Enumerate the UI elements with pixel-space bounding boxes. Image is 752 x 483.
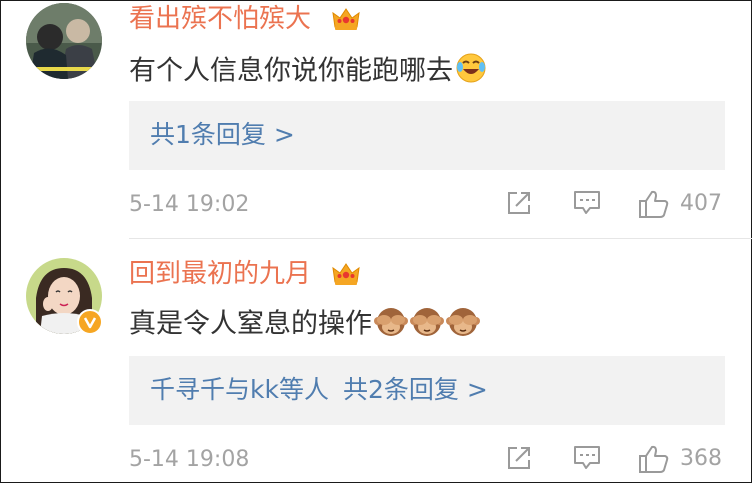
- reply-users-link[interactable]: 千寻千与kk等人: [150, 375, 329, 404]
- like-button[interactable]: 368: [638, 444, 722, 474]
- like-icon: [639, 190, 669, 218]
- timestamp: 5-14 19:02: [129, 192, 250, 217]
- like-count: 407: [680, 191, 722, 216]
- laugh-cry-emoji: [455, 52, 487, 92]
- username[interactable]: 回到最初的九月: [129, 259, 311, 289]
- vip-crown-icon: [332, 8, 360, 30]
- comment-icon: [574, 191, 600, 214]
- verified-badge-icon: [77, 309, 103, 335]
- vip-crown-icon: [332, 263, 360, 285]
- comment-text-content: 有个人信息你说你能跑哪去: [129, 55, 453, 87]
- comment-text: 真是令人窒息的操作: [129, 305, 480, 345]
- comment-icon: [574, 446, 600, 469]
- share-button[interactable]: [505, 444, 533, 472]
- share-icon: [508, 192, 530, 214]
- share-icon: [508, 447, 530, 469]
- reply-count-link[interactable]: 共1条回复 >: [150, 120, 295, 149]
- reply-summary[interactable]: 千寻千与kk等人 共2条回复 >: [129, 356, 725, 425]
- see-no-evil-monkey-emoji: [374, 305, 408, 345]
- comment-button[interactable]: [572, 189, 602, 217]
- like-count: 368: [680, 446, 722, 471]
- comment-text: 有个人信息你说你能跑哪去: [129, 52, 487, 92]
- comment-item: 看出殡不怕殡大 有个人信息你说你能跑哪去 共1条回复 > 5-14 19:02: [0, 0, 752, 238]
- like-button[interactable]: 407: [638, 189, 722, 219]
- comment-button[interactable]: [572, 444, 602, 472]
- like-icon: [639, 445, 669, 473]
- reply-summary[interactable]: 共1条回复 >: [129, 101, 725, 170]
- see-no-evil-monkey-emoji: [410, 305, 444, 345]
- comment-text-content: 真是令人窒息的操作: [129, 308, 372, 340]
- see-no-evil-monkey-emoji: [446, 305, 480, 345]
- username[interactable]: 看出殡不怕殡大: [129, 4, 311, 34]
- comment-item: 回到最初的九月 真是令人窒息的操作 千寻千与kk等人 共2条回复 > 5-14 …: [0, 239, 752, 483]
- share-button[interactable]: [505, 189, 533, 217]
- timestamp: 5-14 19:08: [129, 447, 250, 472]
- reply-count-link[interactable]: 共2条回复 >: [343, 375, 488, 404]
- avatar[interactable]: [26, 3, 102, 79]
